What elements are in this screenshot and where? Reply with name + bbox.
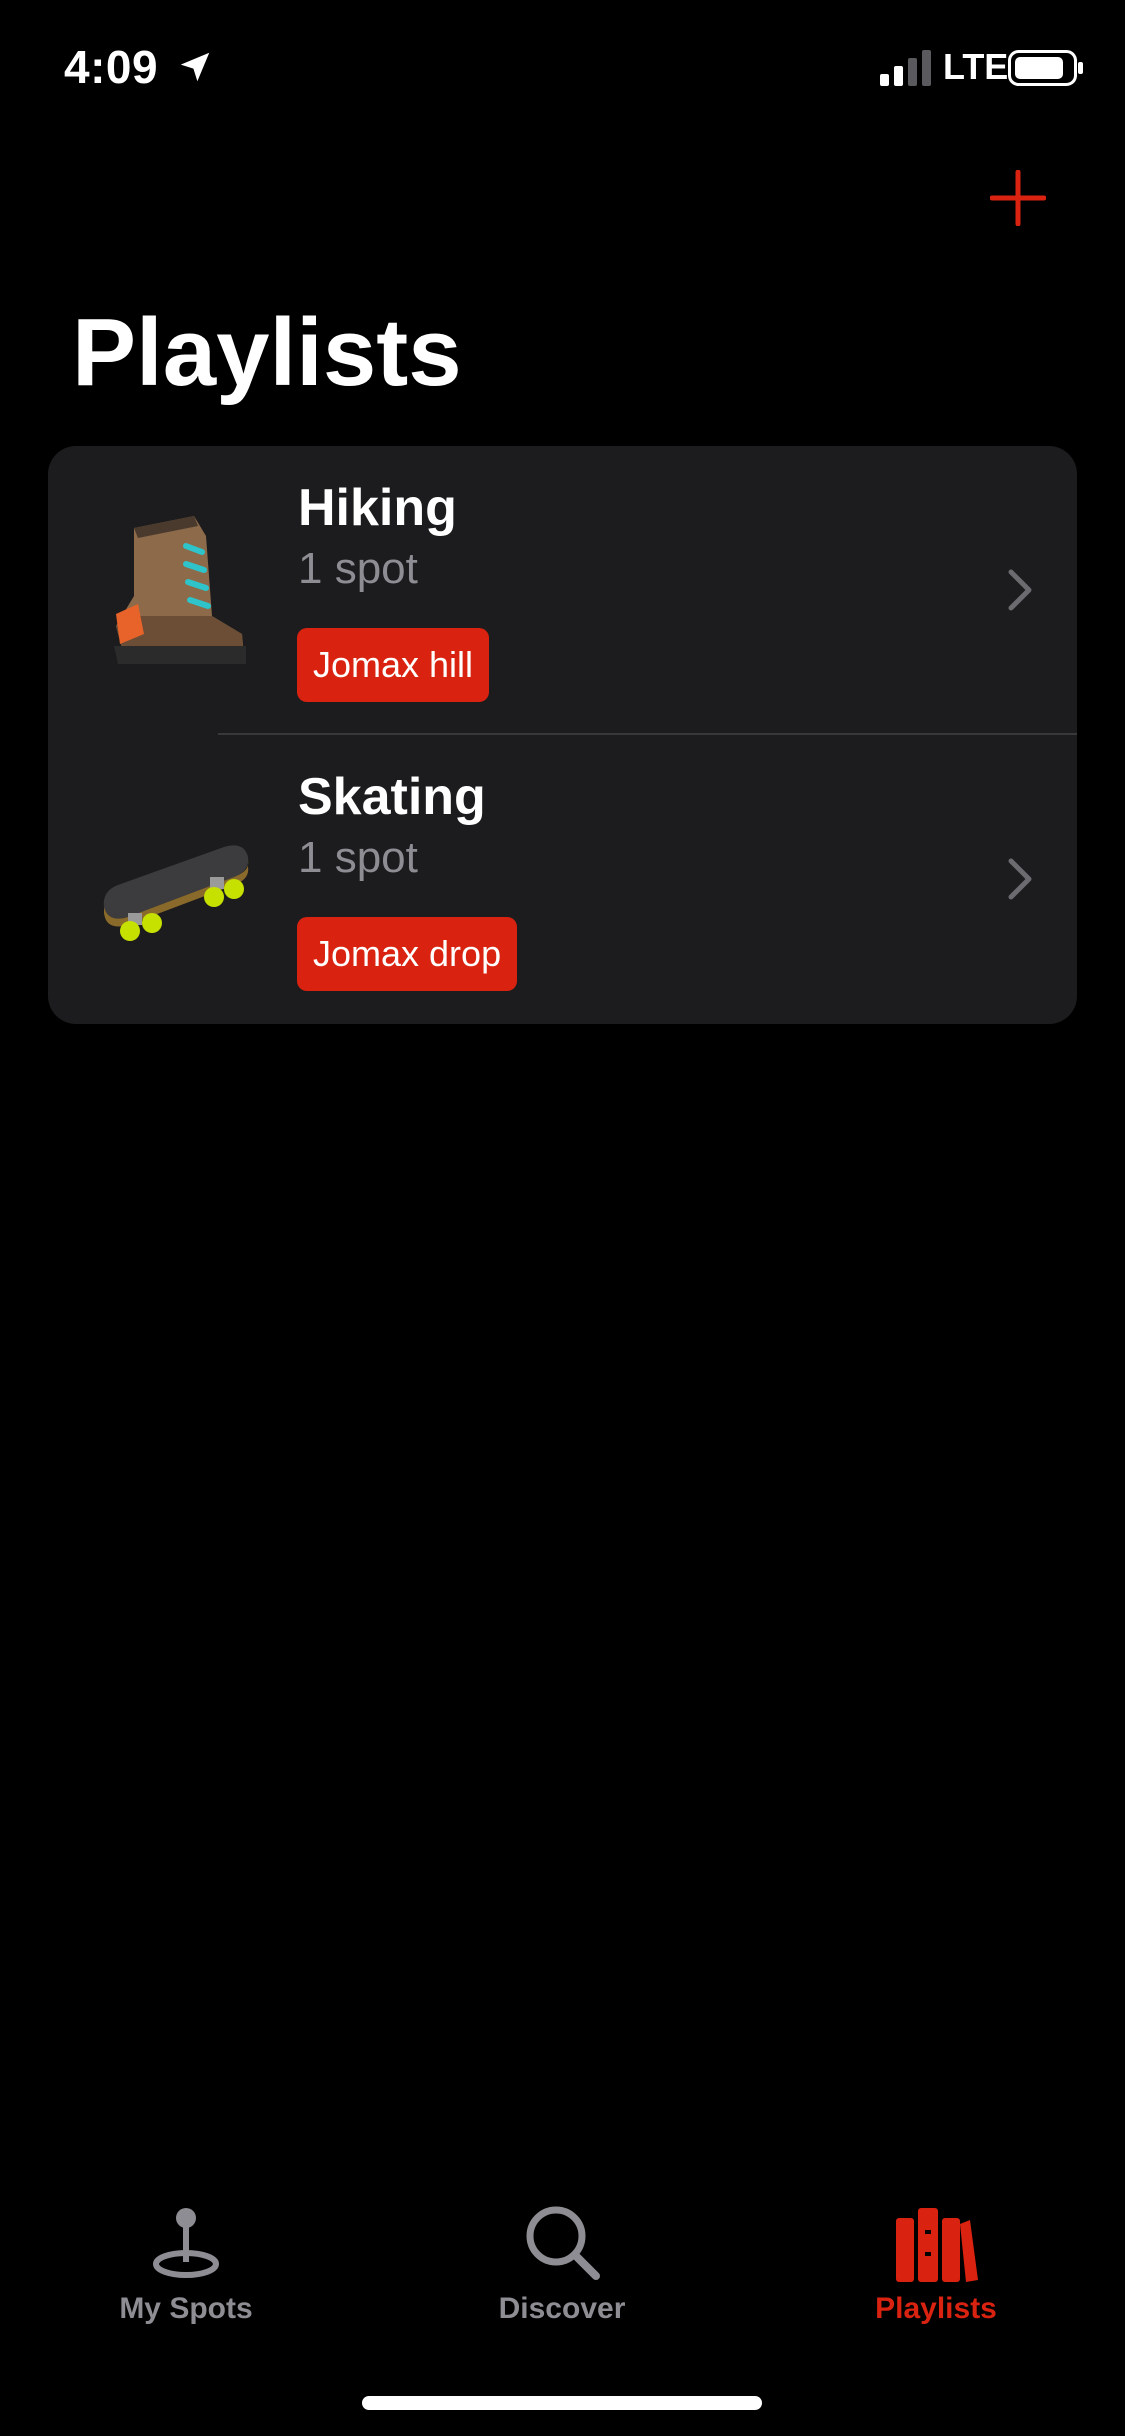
spot-tag[interactable]: Jomax drop <box>297 917 518 991</box>
page-title: Playlists <box>72 299 462 406</box>
status-bar: 4:09 LTE <box>0 0 1125 140</box>
map-pin-icon <box>153 2208 219 2278</box>
location-arrow-icon <box>180 52 210 82</box>
skateboard-icon <box>103 845 249 941</box>
playlist-row-skating[interactable]: Skating 1 spot Jomax drop <box>48 735 1077 1024</box>
playlist-count: 1 spot <box>298 833 418 882</box>
playlist-title: Skating <box>298 768 486 826</box>
tab-bar: My Spots Discover Playlists <box>0 2180 1125 2360</box>
chevron-right-icon <box>1008 569 1032 611</box>
home-indicator <box>362 2396 762 2410</box>
chevron-right-icon <box>1008 858 1032 900</box>
battery-icon <box>1008 50 1083 86</box>
add-playlist-button[interactable] <box>990 170 1046 226</box>
tab-label: My Spots <box>119 2292 253 2325</box>
spot-tag[interactable]: Jomax hill <box>297 628 490 702</box>
cellular-signal-icon <box>880 50 931 86</box>
playlist-row-hiking[interactable]: Hiking 1 spot Jomax hill <box>48 446 1077 735</box>
tab-my-spots[interactable]: My Spots <box>56 2200 316 2340</box>
status-time: 4:09 <box>64 41 159 93</box>
tab-label: Playlists <box>875 2292 997 2325</box>
tab-playlists[interactable]: Playlists <box>806 2200 1066 2340</box>
playlist-count: 1 spot <box>298 544 418 593</box>
tab-label: Discover <box>498 2292 626 2325</box>
playlist-title: Hiking <box>298 479 457 537</box>
tab-discover[interactable]: Discover <box>432 2200 692 2340</box>
search-icon <box>526 2206 600 2280</box>
network-type: LTE <box>943 46 1009 87</box>
hiking-boot-icon <box>114 516 246 664</box>
playlist-list: Hiking 1 spot Jomax hill Skating 1 spot … <box>48 446 1077 1024</box>
books-icon <box>896 2208 978 2282</box>
